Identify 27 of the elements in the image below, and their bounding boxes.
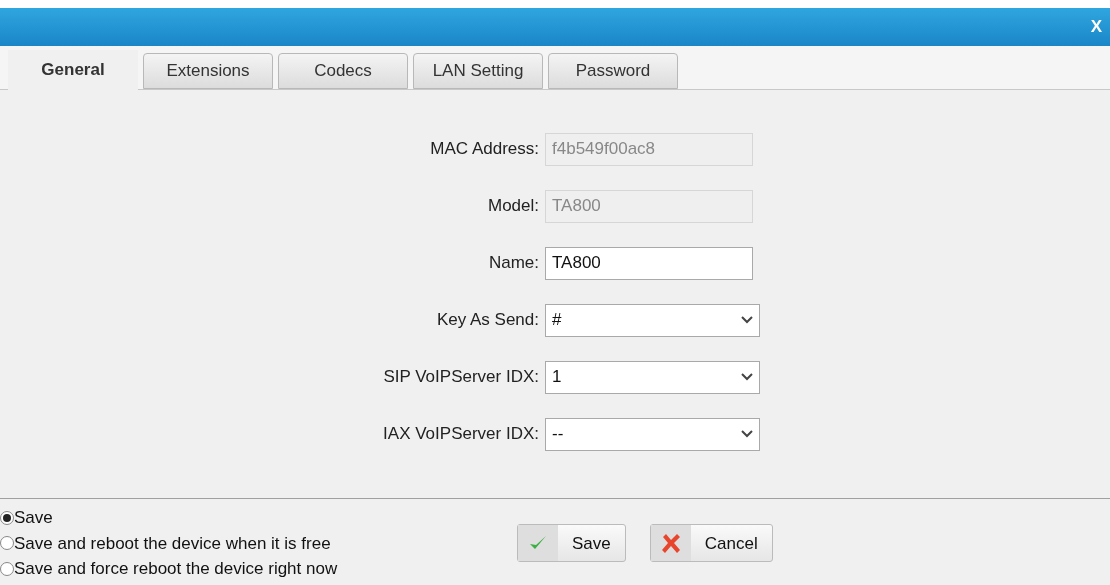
text-field[interactable]: TA800 — [545, 246, 753, 280]
save-button[interactable]: Save — [517, 524, 626, 563]
field-label: Key As Send: — [435, 309, 540, 332]
dropdown-field[interactable]: # — [545, 303, 760, 337]
field-label: Name: — [487, 252, 540, 275]
tab[interactable]: LAN Setting — [413, 53, 543, 89]
field-label: Model: — [486, 195, 540, 218]
radio-option[interactable]: Save and reboot the device when it is free — [0, 530, 517, 556]
cancel-button[interactable]: Cancel — [649, 524, 773, 563]
field-label: MAC Address: — [429, 138, 540, 161]
field-label: IAX VoIPServer IDX: — [382, 423, 540, 446]
tab[interactable]: Extensions — [143, 53, 273, 89]
radio-icon[interactable] — [0, 510, 14, 525]
chevron-down-icon — [741, 316, 753, 324]
chevron-down-icon — [741, 373, 753, 381]
tab[interactable]: Codecs — [278, 53, 408, 89]
chevron-down-icon — [741, 430, 753, 438]
radio-option[interactable]: Save — [0, 505, 517, 531]
dropdown-field[interactable]: -- — [545, 417, 760, 451]
cross-icon — [659, 532, 682, 555]
radio-icon[interactable] — [0, 536, 14, 551]
field-label: SIP VoIPServer IDX: — [382, 366, 540, 389]
radio-option[interactable]: Save and force reboot the device right now — [0, 556, 517, 582]
radio-icon[interactable] — [0, 561, 14, 576]
tab[interactable]: General — [8, 50, 138, 90]
dropdown-field[interactable]: 1 — [545, 360, 760, 394]
tab[interactable]: Password — [548, 53, 678, 89]
